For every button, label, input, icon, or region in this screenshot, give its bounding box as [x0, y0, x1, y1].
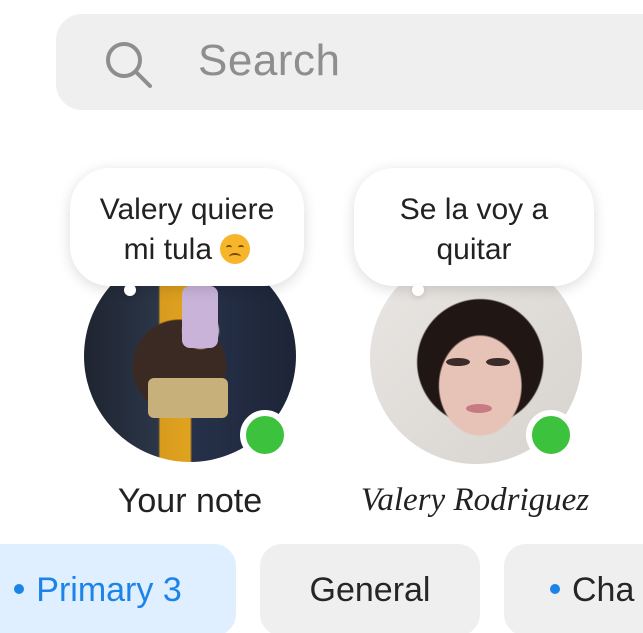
note-line-2: mi tula: [70, 230, 304, 270]
unread-dot-icon: [14, 584, 25, 595]
tab-chats[interactable]: Cha: [504, 544, 643, 633]
shirt-logo: [148, 378, 228, 418]
right-eye: [486, 358, 510, 366]
tab-chats-label: Cha: [572, 571, 635, 609]
bubble-tail-dot: [124, 284, 136, 296]
note-text: Valery quiere mi tula: [70, 190, 304, 270]
tab-general-label: General: [309, 571, 431, 609]
note-bubble-valery[interactable]: Se la voy a quitar: [354, 168, 594, 296]
messages-screen: Search Valery quiere mi tula Se la voy a…: [0, 0, 643, 633]
bubble-tail-dot: [412, 284, 424, 296]
tab-general[interactable]: General: [260, 544, 480, 633]
phone-shape: [182, 286, 218, 348]
left-eye: [446, 358, 470, 366]
disappointed-face-icon: [220, 234, 251, 264]
note-line-1: Se la voy a: [399, 193, 549, 226]
note-text: Se la voy a quitar: [354, 190, 594, 270]
online-status-icon: [526, 410, 576, 460]
unread-dot-icon: [550, 584, 560, 595]
lips: [466, 404, 492, 413]
tab-primary-label: Primary 3: [36, 571, 182, 609]
note-line-2: quitar: [436, 233, 512, 266]
search-icon: [106, 42, 152, 88]
tab-primary[interactable]: Primary 3: [0, 544, 236, 633]
valery-rodriguez-label: Valery Rodriguez: [360, 482, 590, 518]
search-bar[interactable]: Search: [56, 14, 643, 110]
note-line-2-text: mi tula: [123, 233, 212, 266]
note-bubble-your-note[interactable]: Valery quiere mi tula: [70, 168, 304, 296]
online-status-icon: [240, 410, 290, 460]
note-line-1: Valery quiere: [99, 193, 275, 226]
your-note-label: Your note: [117, 482, 263, 520]
search-placeholder: Search: [198, 36, 341, 85]
